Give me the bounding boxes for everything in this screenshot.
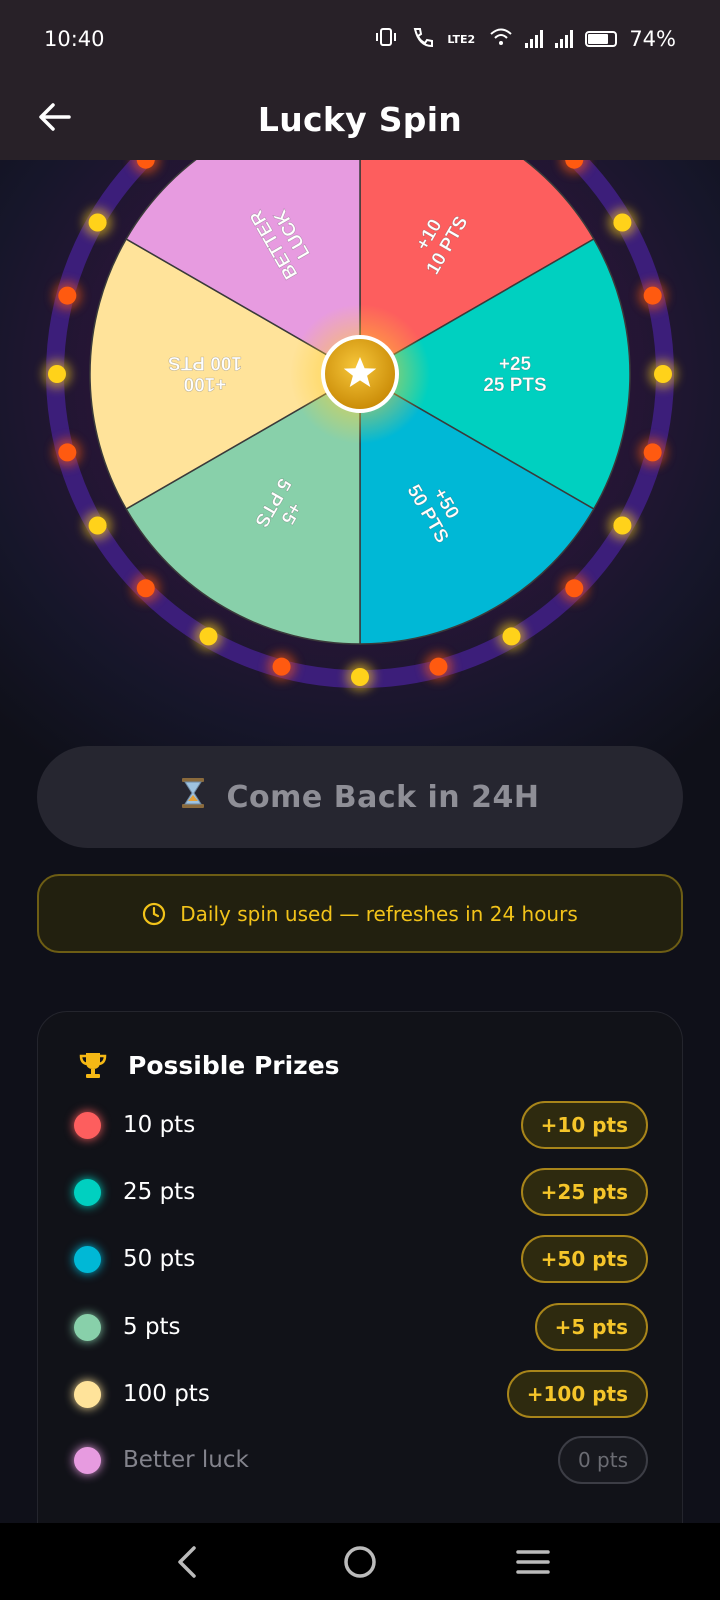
app-bar: Lucky Spin <box>0 78 720 160</box>
prize-row: 100 pts +100 pts <box>74 1369 648 1419</box>
prize-label: Better luck <box>123 1447 249 1473</box>
nav-menu-button[interactable] <box>503 1532 563 1592</box>
rim-light <box>643 443 662 462</box>
prize-label: 100 pts <box>123 1381 210 1407</box>
back-icon <box>177 1545 196 1578</box>
battery-level: 74% <box>629 27 676 51</box>
battery-icon <box>585 31 618 47</box>
prizes-header: Possible Prizes <box>78 1050 340 1080</box>
back-button[interactable] <box>30 92 80 142</box>
trophy-icon <box>79 1053 107 1078</box>
lte-icon: LTE2 <box>447 32 476 46</box>
rim-light <box>88 516 107 535</box>
prize-row: 25 pts +25 pts <box>74 1167 648 1217</box>
rim-light <box>643 286 662 305</box>
rim-light <box>654 365 672 383</box>
rim-light <box>58 286 77 305</box>
prize-color-dot <box>74 1446 101 1474</box>
spin-button[interactable]: Come Back in 24H <box>37 746 683 848</box>
system-nav-bar <box>0 1523 720 1600</box>
rim-light <box>199 627 218 646</box>
prize-badge: +25 pts <box>520 1168 648 1216</box>
prize-color-dot <box>74 1380 101 1408</box>
spin-button-label: Come Back in 24H <box>226 779 540 815</box>
rim-light <box>565 579 584 598</box>
spin-wheel[interactable]: +1010 PTS+25 25 PTS+5050 PTS+55 PTS+10010… <box>0 160 720 720</box>
prize-row: 50 pts +50 pts <box>74 1234 648 1284</box>
prize-row: 10 pts +10 pts <box>74 1100 648 1150</box>
rim-light <box>613 213 632 232</box>
clock-icon <box>143 902 166 925</box>
rim-light <box>613 516 632 535</box>
arrow-left-icon <box>39 103 71 131</box>
rim-light <box>272 657 291 676</box>
prize-color-dot <box>74 1313 101 1341</box>
prize-color-dot <box>74 1245 101 1273</box>
prize-badge: +5 pts <box>534 1303 648 1351</box>
menu-icon <box>516 1549 551 1574</box>
prize-color-dot <box>74 1111 101 1139</box>
prize-badge: 0 pts <box>557 1436 648 1484</box>
rim-light <box>88 213 107 232</box>
spin-wheel-area: +1010 PTS +25 25 PTS +5050 PTS +55 PTS +10010… <box>0 160 720 720</box>
prizes-card: Possible Prizes 10 pts +10 pts 25 pts +25 p… <box>37 1011 683 1600</box>
rim-light <box>351 668 369 686</box>
status-time: 10:40 <box>44 27 105 51</box>
signal-icon-2 <box>555 30 574 48</box>
prize-label: 50 pts <box>123 1246 196 1272</box>
prize-row: 5 pts +5 pts <box>74 1302 648 1352</box>
cooldown-notice: Daily spin used — refreshes in 24 hours <box>37 874 683 953</box>
prize-badge: +10 pts <box>520 1101 648 1149</box>
page-title: Lucky Spin <box>257 99 463 139</box>
prize-badge: +100 pts <box>506 1370 648 1418</box>
home-icon <box>344 1545 376 1578</box>
rim-light <box>48 365 66 383</box>
rim-light <box>58 443 77 462</box>
rim-light <box>136 579 155 598</box>
prize-badge: +50 pts <box>520 1235 648 1283</box>
wifi-icon <box>489 27 513 52</box>
signal-icon <box>525 30 544 48</box>
prize-color-dot <box>74 1178 101 1206</box>
call-icon <box>411 26 435 53</box>
hourglass-icon <box>181 777 205 817</box>
prize-label: 5 pts <box>123 1314 181 1340</box>
prizes-title: Possible Prizes <box>128 1050 340 1080</box>
prize-label: 10 pts <box>123 1112 196 1138</box>
prize-row: Better luck 0 pts <box>74 1435 648 1485</box>
vibrate-icon <box>373 27 399 52</box>
prize-label: 25 pts <box>123 1179 196 1205</box>
rim-light <box>429 657 448 676</box>
status-bar: 10:40 LTE2 74% <box>0 0 720 78</box>
rim-light <box>502 627 521 646</box>
nav-back-button[interactable] <box>157 1532 217 1592</box>
nav-home-button[interactable] <box>330 1532 390 1592</box>
notice-text: Daily spin used — refreshes in 24 hours <box>180 901 578 926</box>
